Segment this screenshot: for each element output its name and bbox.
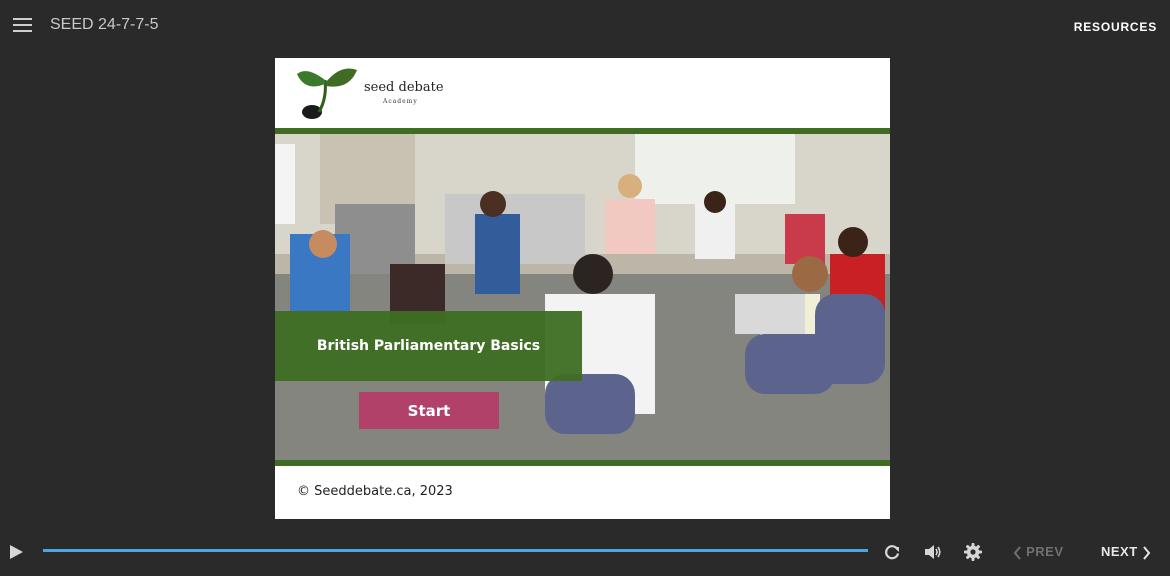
replay-icon[interactable] (882, 542, 902, 562)
logo-subtitle: Academy (383, 98, 418, 105)
chevron-left-icon (1013, 545, 1021, 560)
prev-label: PREV (1026, 544, 1064, 559)
green-divider-bottom (275, 460, 890, 466)
logo-name: seed debate (364, 80, 444, 95)
title-banner: British Parliamentary Basics (275, 311, 582, 381)
resources-button[interactable]: RESOURCES (1074, 20, 1157, 34)
gear-icon[interactable] (963, 542, 983, 562)
start-button[interactable]: Start (359, 392, 499, 429)
next-label: NEXT (1101, 544, 1138, 559)
chevron-right-icon (1143, 545, 1151, 560)
prev-button[interactable]: PREV (1013, 544, 1064, 560)
seedling-logo-icon (297, 68, 357, 119)
next-button[interactable]: NEXT (1101, 544, 1151, 560)
slide-title: British Parliamentary Basics (316, 338, 541, 354)
slide: seed debate Academy British Parliamentar… (275, 58, 890, 519)
copyright-text: © Seeddebate.ca, 2023 (297, 484, 453, 499)
course-title: SEED 24-7-7-5 (50, 16, 159, 33)
progress-bar[interactable] (43, 549, 868, 552)
menu-button[interactable] (13, 18, 32, 32)
start-label: Start (407, 401, 451, 420)
play-icon[interactable] (8, 544, 24, 560)
menu-icon (13, 18, 32, 20)
volume-icon[interactable] (923, 542, 943, 562)
